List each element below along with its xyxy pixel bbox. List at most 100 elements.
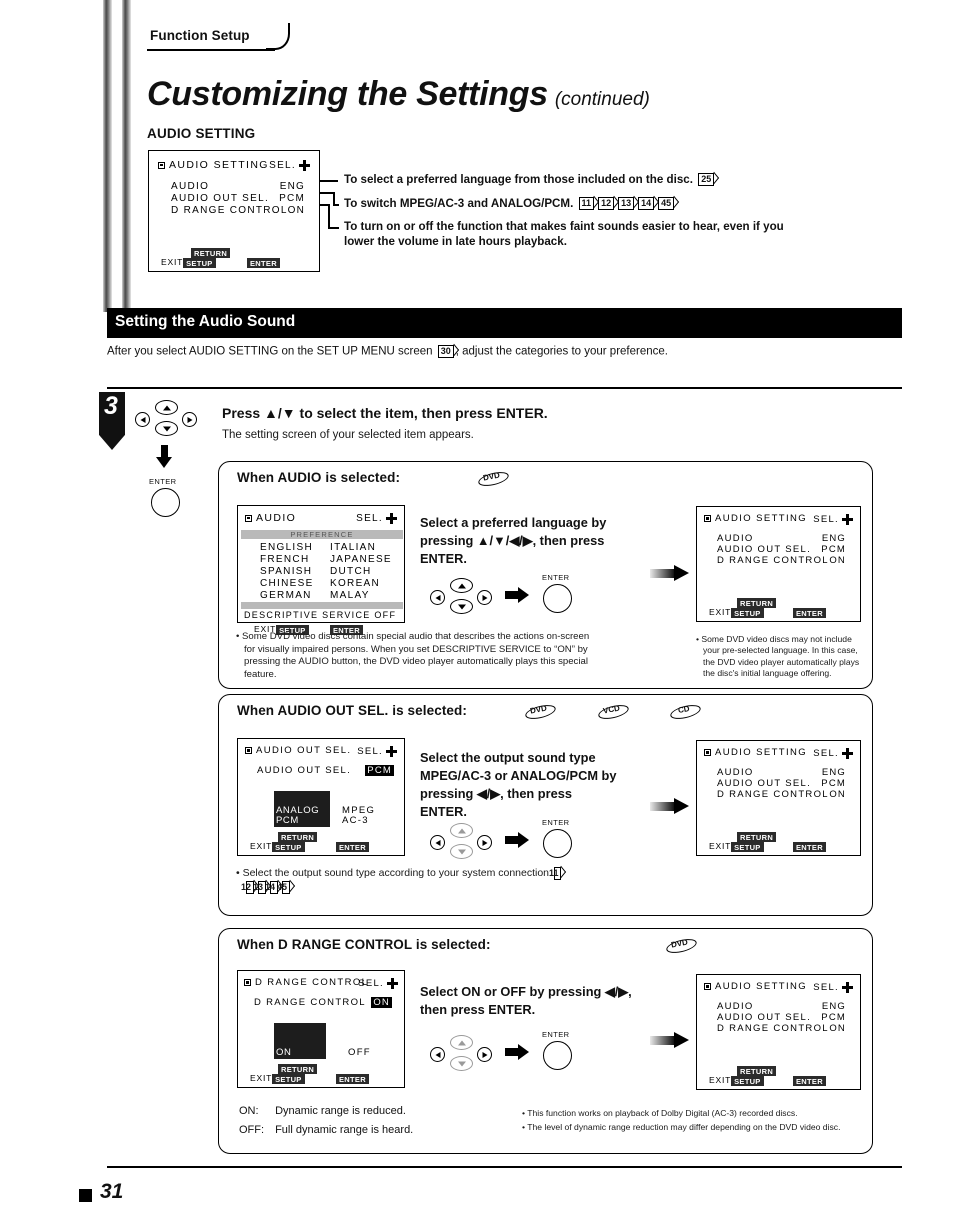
enter-button-circle[interactable] [543,584,572,613]
osd-menu-icon [245,514,252,522]
osd-language[interactable]: SPANISH [260,566,312,577]
osd-descriptive-value[interactable]: OFF [374,610,396,620]
osd-row-label: AUDIO [717,767,754,778]
osd-language[interactable]: ITALIAN [330,542,376,553]
osd-row-value: ON [829,789,846,800]
up-arrow-button[interactable] [155,400,178,415]
note-text: Some DVD video discs may not include you… [701,634,860,679]
osd-menu-icon [244,978,251,986]
enter-button-label: ENTER [149,477,177,486]
osd-audio-out-sel: AUDIO OUT SEL. SEL. AUDIO OUT SEL. PCM A… [237,738,405,856]
up-arrow-button[interactable] [450,1035,473,1050]
osd-setup-chip: SETUP [731,607,764,618]
osd-title: AUDIO SETTING [715,747,808,758]
section-intro: After you select AUDIO SETTING on the SE… [107,345,668,358]
osd-sel-label: SEL. [357,746,383,758]
enter-button-step3[interactable]: ENTER [148,477,188,519]
right-arrow-button[interactable] [477,835,492,850]
vcd-disc-icon: VCD [598,702,632,722]
up-arrow-button[interactable] [450,823,473,838]
function-setup-tab: Function Setup [147,23,290,52]
direction-pad-audio [430,578,492,616]
step-heading: Press ▲/▼ to select the item, then press… [222,405,548,421]
enter-button-drange[interactable]: ENTER [540,1030,580,1072]
direction-pad-step3 [135,400,197,438]
osd-audio-setting-top: AUDIO SETTING SEL. AUDIO ENG AUDIO OUT S… [148,150,320,272]
left-arrow-button[interactable] [135,412,150,427]
enter-button-circle[interactable] [543,1041,572,1070]
osd-row-value-highlighted[interactable]: PCM [365,765,394,776]
instruction-audio-out: Select the output sound type MPEG/AC-3 o… [420,750,617,819]
down-arrow-button[interactable] [450,1056,473,1071]
osd-option-off[interactable]: OFF [348,1047,371,1058]
osd-language[interactable]: ENGLISH [260,542,313,553]
callout-text: To turn on or off the function that make… [344,220,784,248]
right-arrow-button[interactable] [182,412,197,427]
enter-button-label: ENTER [542,573,570,582]
scan-binding-bar-left [103,0,112,312]
osd-row-label: D RANGE CONTROL [717,789,829,800]
enter-button-circle[interactable] [151,488,180,517]
osd-sel-label: SEL. [356,513,383,525]
leader-line [320,180,338,182]
left-arrow-button[interactable] [430,835,445,850]
scan-binding-bar-right [122,0,131,312]
enter-button-circle[interactable] [543,829,572,858]
dvd-disc-icon: DVD [666,936,700,956]
page-reference: 11 [578,197,595,211]
down-arrow-button[interactable] [450,844,473,859]
osd-option-ac3[interactable]: AC-3 [342,815,369,826]
osd-row-label: D RANGE CONTROL [171,205,288,216]
osd-language[interactable]: JAPANESE [330,554,392,565]
down-arrow-button[interactable] [155,421,178,436]
osd-option-highlight-box[interactable]: ANALOG PCM [274,791,330,827]
then-arrow [505,831,531,849]
right-arrow-button[interactable] [477,590,492,605]
down-arrow-button[interactable] [450,599,473,614]
page-reference: 14 [638,197,655,211]
then-arrow [505,586,531,604]
osd-audio-setting-result: AUDIO SETTING SEL. AUDIO ENG AUDIO OUT S… [696,506,861,622]
note-drange-1: • This function works on playback of Dol… [522,1108,798,1118]
step-divider [107,387,902,389]
osd-language[interactable]: DUTCH [330,566,372,577]
osd-exit-label: EXIT [161,257,184,267]
page-title: Customizing the Settings (continued) [147,75,847,114]
right-arrow-button[interactable] [477,1047,492,1062]
legend-key: ON: [239,1105,259,1117]
osd-language[interactable]: CHINESE [260,578,314,589]
note-audio: • Some DVD video discs contain special a… [236,631,590,680]
subsection-heading: AUDIO SETTING [147,126,256,141]
osd-language[interactable]: KOREAN [330,578,380,589]
up-arrow-button[interactable] [450,578,473,593]
osd-language[interactable]: MALAY [330,590,370,601]
osd-enter-chip: ENTER [793,1075,826,1086]
osd-exit-label: EXIT [709,841,732,851]
osd-row-value-highlighted[interactable]: ON [371,997,392,1008]
osd-descriptive-label: DESCRIPTIVE SERVICE [244,610,371,620]
osd-audio-setting-result: AUDIO SETTING SEL. AUDIO ENG AUDIO OUT S… [696,974,861,1090]
intro-text-after: , adjust the categories to your preferen… [455,345,668,358]
dvd-disc-icon: DVD [525,702,559,722]
note-text: Select the output sound type according t… [242,867,552,879]
left-arrow-button[interactable] [430,1047,445,1062]
osd-option-highlight-box[interactable]: ON [274,1023,326,1059]
osd-separator-bar [241,602,403,609]
page-number: 31 [100,1180,124,1203]
osd-language[interactable]: GERMAN [260,590,312,601]
osd-title: AUDIO SETTING [715,513,808,524]
osd-language[interactable]: FRENCH [260,554,309,565]
enter-button-audio-out[interactable]: ENTER [540,818,580,860]
callout-text: To select a preferred language from thos… [344,173,693,186]
osd-sel-label: SEL. [269,160,296,172]
osd-row-label: D RANGE CONTROL [254,997,366,1008]
osd-row-value: PCM [821,778,846,789]
enter-button-label: ENTER [542,1030,570,1039]
left-arrow-button[interactable] [430,590,445,605]
legend-text: Dynamic range is reduced. [275,1105,406,1117]
osd-menu-icon [245,746,252,754]
callout-audio-out: To switch MPEG/AC-3 and ANALOG/PCM. 11 12… [344,196,764,211]
enter-button-audio[interactable]: ENTER [540,573,580,615]
step-number: 3 [104,392,118,420]
osd-row-label: AUDIO OUT SEL. [717,778,812,789]
